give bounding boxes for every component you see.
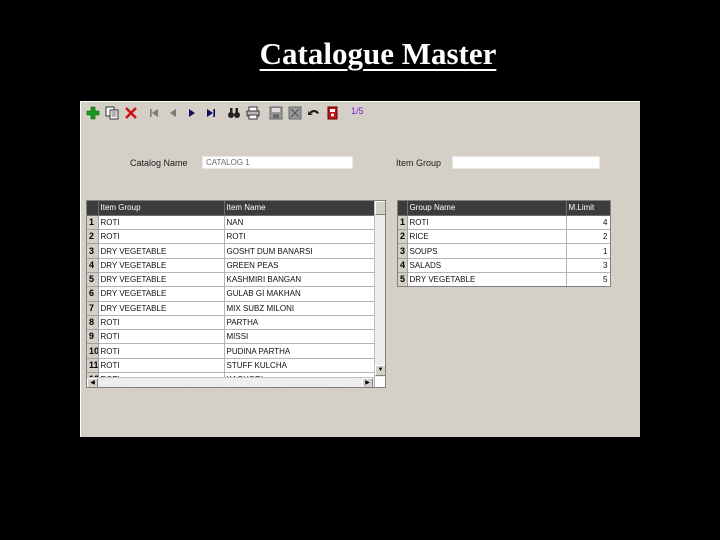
table-row[interactable]: 5 DRY VEGETABLE 5 — [398, 272, 610, 286]
item-group-cell[interactable]: ROTI — [98, 229, 225, 245]
row-number[interactable]: 1 — [87, 215, 99, 231]
copy-icon[interactable] — [102, 104, 121, 122]
item-group-cell[interactable]: DRY VEGETABLE — [98, 286, 225, 302]
undo-icon[interactable] — [304, 104, 323, 122]
item-name-cell[interactable]: MISSI — [224, 329, 375, 345]
row-number[interactable]: 10 — [87, 343, 99, 359]
row-number[interactable]: 11 — [87, 358, 99, 374]
table-row[interactable]: 9 ROTI MISSI — [87, 329, 375, 345]
group-name-cell[interactable]: SOUPS — [407, 243, 567, 259]
item-group-cell[interactable]: ROTI — [98, 315, 225, 331]
table-row[interactable]: 3 SOUPS 1 — [398, 243, 610, 259]
table-row[interactable]: 11 ROTI STUFF KULCHA — [87, 358, 375, 374]
item-group-cell[interactable]: DRY VEGETABLE — [98, 243, 225, 259]
table-row[interactable]: 10ROTIPUDINA PARTHA — [87, 343, 375, 359]
catalogue-master-window: 1/5 Catalog Name CATALOG 1 Item Group It… — [80, 101, 640, 437]
row-number[interactable]: 5 — [398, 272, 408, 286]
row-number[interactable]: 1 — [398, 215, 408, 231]
item-group-label: Item Group — [396, 158, 442, 168]
item-group-cell[interactable]: ROTI — [98, 358, 225, 374]
toolbar — [83, 104, 342, 122]
row-number[interactable]: 3 — [398, 243, 408, 259]
record-counter: 1/5 — [351, 106, 364, 116]
m-limit-cell[interactable]: 2 — [566, 229, 610, 245]
column-header-m-limit[interactable]: M.Limit — [566, 201, 610, 216]
catalog-name-label: Catalog Name — [130, 158, 188, 168]
table-row[interactable]: 4 SALADS 3 — [398, 258, 610, 273]
item-group-cell[interactable]: ROTI — [98, 343, 225, 359]
group-name-cell[interactable]: ROTI — [407, 215, 567, 231]
table-row[interactable]: 8 ROTI PARTHA — [87, 315, 375, 331]
table-row[interactable]: 1 ROTI NAN — [87, 215, 375, 231]
next-record-icon[interactable] — [182, 104, 201, 122]
table-row[interactable]: 6 DRY VEGETABLE GULAB GI MAKHAN — [87, 286, 375, 302]
scroll-left-icon[interactable]: ◀ — [87, 378, 98, 387]
item-name-cell[interactable]: ROTI — [224, 229, 375, 245]
row-number[interactable]: 2 — [398, 229, 408, 245]
group-name-cell[interactable]: RICE — [407, 229, 567, 245]
exit-icon[interactable] — [323, 104, 342, 122]
table-row[interactable]: 5 DRY VEGETABLE KASHMIRI BANGAN — [87, 272, 375, 288]
row-number[interactable]: 4 — [398, 258, 408, 273]
last-record-icon[interactable] — [201, 104, 220, 122]
group-name-cell[interactable]: DRY VEGETABLE — [407, 272, 567, 286]
m-limit-cell[interactable]: 3 — [566, 258, 610, 273]
save-all-icon[interactable] — [285, 104, 304, 122]
m-limit-cell[interactable]: 5 — [566, 272, 610, 286]
item-group-cell[interactable]: DRY VEGETABLE — [98, 301, 225, 316]
catalog-name-field[interactable]: CATALOG 1 — [202, 156, 353, 169]
item-name-cell[interactable]: GOSHT DUM BANARSI — [224, 243, 375, 259]
item-group-cell[interactable]: ROTI — [98, 215, 225, 231]
row-number[interactable]: 5 — [87, 272, 99, 288]
item-name-cell[interactable]: PUDINA PARTHA — [224, 343, 375, 359]
item-name-cell[interactable]: STUFF KULCHA — [224, 358, 375, 374]
table-row[interactable]: 2 RICE 2 — [398, 229, 610, 245]
scroll-down-icon[interactable]: ▼ — [375, 365, 385, 376]
row-number[interactable]: 9 — [87, 329, 99, 345]
previous-record-icon[interactable] — [163, 104, 182, 122]
item-name-cell[interactable]: NAN — [224, 215, 375, 231]
table-row[interactable]: 1 ROTI 4 — [398, 215, 610, 231]
item-name-cell[interactable]: GREEN PEAS — [224, 258, 375, 273]
item-group-cell[interactable]: ROTI — [98, 329, 225, 345]
print-icon[interactable] — [243, 104, 262, 122]
items-scroll-thumb[interactable] — [375, 201, 385, 215]
save-icon[interactable] — [266, 104, 285, 122]
item-name-cell[interactable]: MIX SUBZ MILONI — [224, 301, 375, 316]
m-limit-cell[interactable]: 4 — [566, 215, 610, 231]
first-record-icon[interactable] — [144, 104, 163, 122]
table-row[interactable]: 7 DRY VEGETABLE MIX SUBZ MILONI — [87, 301, 375, 316]
scroll-right-icon[interactable]: ▶ — [362, 378, 373, 387]
items-horizontal-scrollbar[interactable]: ◀ ▶ — [87, 377, 374, 387]
table-row[interactable]: 4 DRY VEGETABLE GREEN PEAS — [87, 258, 375, 273]
column-header-group-name[interactable]: Group Name — [407, 201, 567, 216]
add-icon[interactable] — [83, 104, 102, 122]
items-vertical-scrollbar[interactable]: ▼ — [374, 201, 385, 377]
grid-corner — [398, 201, 408, 216]
item-name-cell[interactable]: GULAB GI MAKHAN — [224, 286, 375, 302]
row-number[interactable]: 7 — [87, 301, 99, 316]
find-icon[interactable] — [224, 104, 243, 122]
row-number[interactable]: 3 — [87, 243, 99, 259]
item-group-cell[interactable]: DRY VEGETABLE — [98, 258, 225, 273]
item-group-field[interactable] — [452, 156, 600, 169]
column-header-item-name[interactable]: Item Name — [224, 201, 375, 216]
column-header-item-group[interactable]: Item Group — [98, 201, 225, 216]
row-number[interactable]: 8 — [87, 315, 99, 331]
table-row[interactable]: 2 ROTI ROTI — [87, 229, 375, 245]
row-number[interactable]: 4 — [87, 258, 99, 273]
m-limit-cell[interactable]: 1 — [566, 243, 610, 259]
item-name-cell[interactable]: PARTHA — [224, 315, 375, 331]
items-grid: Item Group Item Name 1 ROTI NAN 2 ROTI ROTI 3 D… — [86, 200, 386, 388]
slide-title: Catalogue Master — [259, 36, 497, 71]
grid-corner — [87, 201, 99, 216]
item-group-cell[interactable]: DRY VEGETABLE — [98, 272, 225, 288]
group-name-cell[interactable]: SALADS — [407, 258, 567, 273]
groups-grid: Group Name M.Limit 1 ROTI 4 2 RICE 2 3 SOUPS 1 4 S… — [397, 200, 611, 287]
row-number[interactable]: 6 — [87, 286, 99, 302]
item-name-cell[interactable]: KASHMIRI BANGAN — [224, 272, 375, 288]
table-row[interactable]: 3 DRY VEGETABLE GOSHT DUM BANARSI — [87, 243, 375, 259]
delete-icon[interactable] — [121, 104, 140, 122]
row-number[interactable]: 2 — [87, 229, 99, 245]
